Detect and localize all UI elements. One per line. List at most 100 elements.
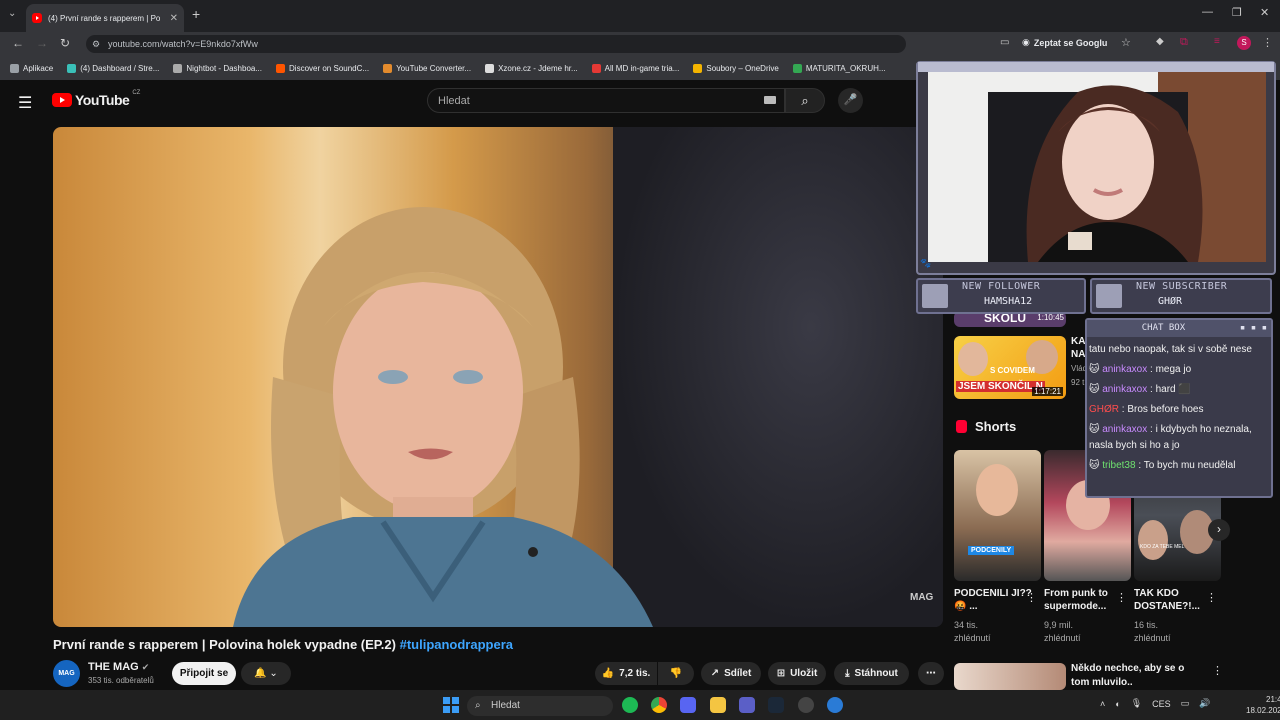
teams-icon[interactable] (739, 697, 755, 713)
video-player[interactable] (53, 127, 943, 627)
join-button[interactable]: Připojit se (172, 662, 236, 685)
bookmark-label: Xzone.cz - Jdeme hr... (498, 63, 578, 73)
shorts-section-header: Shorts (956, 419, 1016, 434)
close-tab-icon[interactable]: ✕ (170, 13, 178, 24)
short-menu-icon[interactable]: ⋮ (1206, 591, 1217, 604)
search-button[interactable]: ⌕ (785, 88, 825, 113)
bookmark-item[interactable]: MATURITA_OKRUH... (792, 63, 886, 73)
close-window-button[interactable]: ✕ (1260, 6, 1269, 19)
video-title[interactable]: Někdo nechce, aby se o tom mluvilo.. (1071, 662, 1201, 690)
short-thumbnail[interactable]: PODCENILY (954, 450, 1041, 581)
heart-icon (922, 284, 948, 308)
media-icon[interactable]: ≡ (1214, 36, 1220, 47)
youtube-logo[interactable]: YouTube CZ (52, 90, 140, 108)
extensions-puzzle-icon[interactable]: ⧉ (1180, 36, 1188, 49)
bookmark-label: Nightbot - Dashboa... (186, 63, 263, 73)
app-icon[interactable] (827, 697, 843, 713)
forward-icon[interactable]: → (36, 36, 48, 50)
discord-icon[interactable] (680, 697, 696, 713)
video-title-partial[interactable]: KA (1071, 336, 1085, 347)
chrome-menu-icon[interactable]: ⋮ (1262, 36, 1273, 49)
more-actions-button[interactable]: ⋯ (918, 662, 944, 685)
recommended-video-thumbnail[interactable] (954, 663, 1066, 690)
ask-google-button[interactable]: ◉ Zeptat se Googlu (1022, 37, 1107, 48)
short-title[interactable]: From punk to supermode... (1044, 587, 1122, 613)
site-info-icon[interactable]: ⚙ (92, 35, 100, 53)
chat-box-title: CHAT BOX (1141, 323, 1186, 333)
chat-username: aninkaxox (1102, 424, 1148, 435)
tab-search-icon[interactable]: ⌄ (8, 8, 16, 19)
search-input[interactable]: Hledat (427, 88, 785, 113)
voice-search-icon[interactable]: 🎤 (838, 88, 863, 113)
extension-icon[interactable]: ◆ (1156, 36, 1164, 47)
youtube-favicon-icon (32, 13, 42, 23)
notification-bell-button[interactable]: 🔔 ⌄ (241, 662, 291, 685)
bookmark-item[interactable]: Aplikace (10, 63, 53, 73)
keyboard-icon[interactable] (764, 96, 776, 104)
bookmark-item[interactable]: Nightbot - Dashboa... (173, 63, 263, 73)
tray-app-icon[interactable]: ◐ (1115, 699, 1120, 709)
start-button[interactable] (443, 697, 459, 713)
spotify-icon[interactable] (622, 697, 638, 713)
steam-icon[interactable] (768, 697, 784, 713)
dislike-button[interactable]: 👎 (658, 662, 694, 685)
bookmark-label: All MD in-game tria... (604, 63, 680, 73)
search-icon: ⌕ (475, 700, 481, 711)
chat-message: 🐱 aninkaxox : hard ⬛ (1089, 382, 1271, 398)
file-explorer-icon[interactable] (710, 697, 726, 713)
channel-avatar[interactable]: MAG (53, 660, 80, 687)
taskbar-clock[interactable]: 21:48 18.02.2026 (1246, 694, 1280, 716)
taskbar-search[interactable]: ⌕ Hledat (467, 696, 613, 716)
chat-username: GHØR (1089, 404, 1119, 415)
language-indicator[interactable]: CES (1152, 699, 1171, 709)
menu-icon[interactable]: ☰ (18, 93, 32, 113)
short-title[interactable]: PODCENILI JI?? 🤬 ... (954, 587, 1032, 613)
channel-watermark[interactable]: MAG (910, 592, 933, 603)
short-menu-icon[interactable]: ⋮ (1026, 591, 1037, 604)
like-button[interactable]: 👍 7,2 tis. (595, 662, 657, 685)
bookmark-item[interactable]: Soubory – OneDrive (693, 63, 779, 73)
short-menu-icon[interactable]: ⋮ (1116, 591, 1127, 604)
channel-name[interactable]: THE MAG ✔ (88, 661, 149, 673)
video-title-partial[interactable]: NA (1071, 349, 1085, 360)
shorts-next-button[interactable]: › (1208, 519, 1230, 541)
microphone-icon[interactable]: 🎙 (1131, 698, 1142, 709)
back-icon[interactable]: ← (12, 36, 24, 50)
recommended-video-thumbnail[interactable]: S COVIDEM JSEM SKONČIL N 1:17:21 (954, 336, 1066, 399)
bookmark-item[interactable]: (4) Dashboard / Stre... (67, 63, 159, 73)
video-hashtag-link[interactable]: #tulipanodrappera (400, 637, 513, 652)
share-icon: ↗ (710, 668, 720, 679)
cast-icon[interactable]: ▭ (1000, 37, 1009, 48)
minimize-button[interactable]: — (1202, 6, 1213, 18)
clock-time: 21:48 (1266, 695, 1280, 704)
bookmark-item[interactable]: YouTube Converter... (383, 63, 471, 73)
video-views-partial: 92 t (1071, 378, 1085, 387)
bookmark-item[interactable]: Discover on SoundC... (276, 63, 369, 73)
profile-avatar[interactable]: S (1237, 36, 1251, 50)
new-tab-button[interactable]: + (192, 6, 200, 22)
chat-message: 🐱 aninkaxox : mega jo (1089, 362, 1271, 378)
bookmark-item[interactable]: Xzone.cz - Jdeme hr... (485, 63, 578, 73)
windows-logo-icon (443, 697, 450, 704)
bookmark-item[interactable]: All MD in-game tria... (591, 63, 680, 73)
volume-icon[interactable]: 🔊 (1199, 698, 1210, 709)
bookmark-star-icon[interactable]: ☆ (1121, 36, 1131, 49)
url-bar[interactable]: ⚙ youtube.com/watch?v=E9nkdo7xfWw (86, 35, 906, 53)
url-text: youtube.com/watch?v=E9nkdo7xfWw (108, 39, 258, 49)
tray-overflow-icon[interactable]: ˄ (1100, 699, 1105, 709)
new-follower-alert: NEW FOLLOWER HAMSHA12 (916, 278, 1086, 314)
obs-icon[interactable] (798, 697, 814, 713)
browser-tab[interactable]: (4) První rande s rapperem | Po ✕ (26, 4, 184, 32)
download-button[interactable]: ⤓ Stáhnout (834, 662, 909, 685)
save-button[interactable]: ⊞ Uložit (768, 662, 826, 685)
video-menu-icon[interactable]: ⋮ (1212, 664, 1223, 677)
chat-text: : hard ⬛ (1147, 384, 1191, 395)
reload-icon[interactable]: ↻ (60, 36, 70, 50)
chrome-icon[interactable] (651, 697, 667, 713)
maximize-button[interactable]: ❐ (1232, 6, 1242, 19)
share-button[interactable]: ↗ Sdílet (701, 662, 761, 685)
display-icon[interactable]: ▭ (1181, 698, 1190, 709)
share-label: Sdílet (724, 668, 752, 679)
short-title[interactable]: TAK KDO DOSTANE?!... (1134, 587, 1212, 613)
video-duration: 1:17:21 (1032, 387, 1063, 396)
